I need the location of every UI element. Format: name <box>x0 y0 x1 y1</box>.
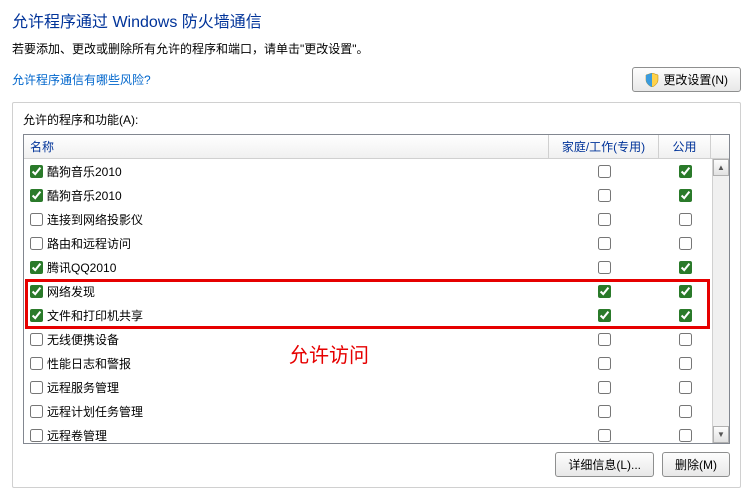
public-checkbox[interactable] <box>679 165 692 178</box>
home-checkbox[interactable] <box>598 381 611 394</box>
programs-table: 名称 家庭/工作(专用) 公用 酷狗音乐2010 酷狗音乐2010 连接到网络投影仪… <box>23 134 730 444</box>
program-name: 连接到网络投影仪 <box>47 211 143 228</box>
table-row[interactable]: 路由和远程访问 <box>24 231 729 255</box>
home-checkbox[interactable] <box>598 405 611 418</box>
page-title: 允许程序通过 Windows 防火墙通信 <box>12 8 741 32</box>
table-row[interactable]: 远程服务管理 <box>24 375 729 399</box>
enable-checkbox[interactable] <box>30 165 43 178</box>
enable-checkbox[interactable] <box>30 429 43 442</box>
home-checkbox[interactable] <box>598 285 611 298</box>
scroll-down-button[interactable]: ▼ <box>713 426 729 443</box>
page-subtitle: 若要添加、更改或删除所有允许的程序和端口，请单击"更改设置"。 <box>12 40 741 57</box>
public-checkbox[interactable] <box>679 237 692 250</box>
table-header: 名称 家庭/工作(专用) 公用 <box>24 135 729 159</box>
program-name: 远程计划任务管理 <box>47 403 143 420</box>
public-checkbox[interactable] <box>679 189 692 202</box>
public-checkbox[interactable] <box>679 405 692 418</box>
home-checkbox[interactable] <box>598 333 611 346</box>
program-name: 酷狗音乐2010 <box>47 163 122 180</box>
table-row[interactable]: 酷狗音乐2010 <box>24 183 729 207</box>
table-row[interactable]: 性能日志和警报 <box>24 351 729 375</box>
col-header-name[interactable]: 名称 <box>24 135 549 158</box>
allowed-programs-panel: 允许的程序和功能(A): 名称 家庭/工作(专用) 公用 酷狗音乐2010酷狗音… <box>12 102 741 488</box>
details-button[interactable]: 详细信息(L)... <box>555 452 654 477</box>
col-header-public[interactable]: 公用 <box>659 135 711 158</box>
public-checkbox[interactable] <box>679 357 692 370</box>
panel-label: 允许的程序和功能(A): <box>23 111 730 128</box>
program-name: 酷狗音乐2010 <box>47 187 122 204</box>
public-checkbox[interactable] <box>679 309 692 322</box>
enable-checkbox[interactable] <box>30 213 43 226</box>
program-name: 腾讯QQ2010 <box>47 259 116 276</box>
col-header-home[interactable]: 家庭/工作(专用) <box>549 135 659 158</box>
home-checkbox[interactable] <box>598 429 611 442</box>
risk-link[interactable]: 允许程序通信有哪些风险? <box>12 71 151 88</box>
table-row[interactable]: 远程卷管理 <box>24 423 729 443</box>
home-checkbox[interactable] <box>598 309 611 322</box>
table-row[interactable]: 无线便携设备 <box>24 327 729 351</box>
program-name: 远程卷管理 <box>47 427 107 444</box>
public-checkbox[interactable] <box>679 261 692 274</box>
table-row[interactable]: 网络发现 <box>24 279 729 303</box>
public-checkbox[interactable] <box>679 333 692 346</box>
table-body: 酷狗音乐2010 酷狗音乐2010 连接到网络投影仪路由和远程访问腾讯QQ2010 网… <box>24 159 729 443</box>
public-checkbox[interactable] <box>679 429 692 442</box>
enable-checkbox[interactable] <box>30 285 43 298</box>
enable-checkbox[interactable] <box>30 381 43 394</box>
enable-checkbox[interactable] <box>30 237 43 250</box>
shield-icon <box>645 73 659 87</box>
table-row[interactable]: 腾讯QQ2010 <box>24 255 729 279</box>
program-name: 性能日志和警报 <box>47 355 131 372</box>
program-name: 无线便携设备 <box>47 331 119 348</box>
program-name: 文件和打印机共享 <box>47 307 143 324</box>
enable-checkbox[interactable] <box>30 357 43 370</box>
home-checkbox[interactable] <box>598 261 611 274</box>
enable-checkbox[interactable] <box>30 333 43 346</box>
table-row[interactable]: 远程计划任务管理 <box>24 399 729 423</box>
home-checkbox[interactable] <box>598 189 611 202</box>
public-checkbox[interactable] <box>679 213 692 226</box>
change-settings-label: 更改设置(N) <box>663 71 728 88</box>
col-header-scroll <box>711 135 729 158</box>
table-row[interactable]: 酷狗音乐2010 <box>24 159 729 183</box>
enable-checkbox[interactable] <box>30 261 43 274</box>
enable-checkbox[interactable] <box>30 309 43 322</box>
home-checkbox[interactable] <box>598 213 611 226</box>
vertical-scrollbar[interactable]: ▲ ▼ <box>712 159 729 443</box>
public-checkbox[interactable] <box>679 285 692 298</box>
enable-checkbox[interactable] <box>30 189 43 202</box>
home-checkbox[interactable] <box>598 165 611 178</box>
home-checkbox[interactable] <box>598 357 611 370</box>
delete-button[interactable]: 删除(M) <box>662 452 730 477</box>
scroll-up-button[interactable]: ▲ <box>713 159 729 176</box>
public-checkbox[interactable] <box>679 381 692 394</box>
program-name: 路由和远程访问 <box>47 235 131 252</box>
program-name: 远程服务管理 <box>47 379 119 396</box>
table-row[interactable]: 文件和打印机共享 <box>24 303 729 327</box>
program-name: 网络发现 <box>47 283 95 300</box>
home-checkbox[interactable] <box>598 237 611 250</box>
table-row[interactable]: 连接到网络投影仪 <box>24 207 729 231</box>
change-settings-button[interactable]: 更改设置(N) <box>632 67 741 92</box>
enable-checkbox[interactable] <box>30 405 43 418</box>
